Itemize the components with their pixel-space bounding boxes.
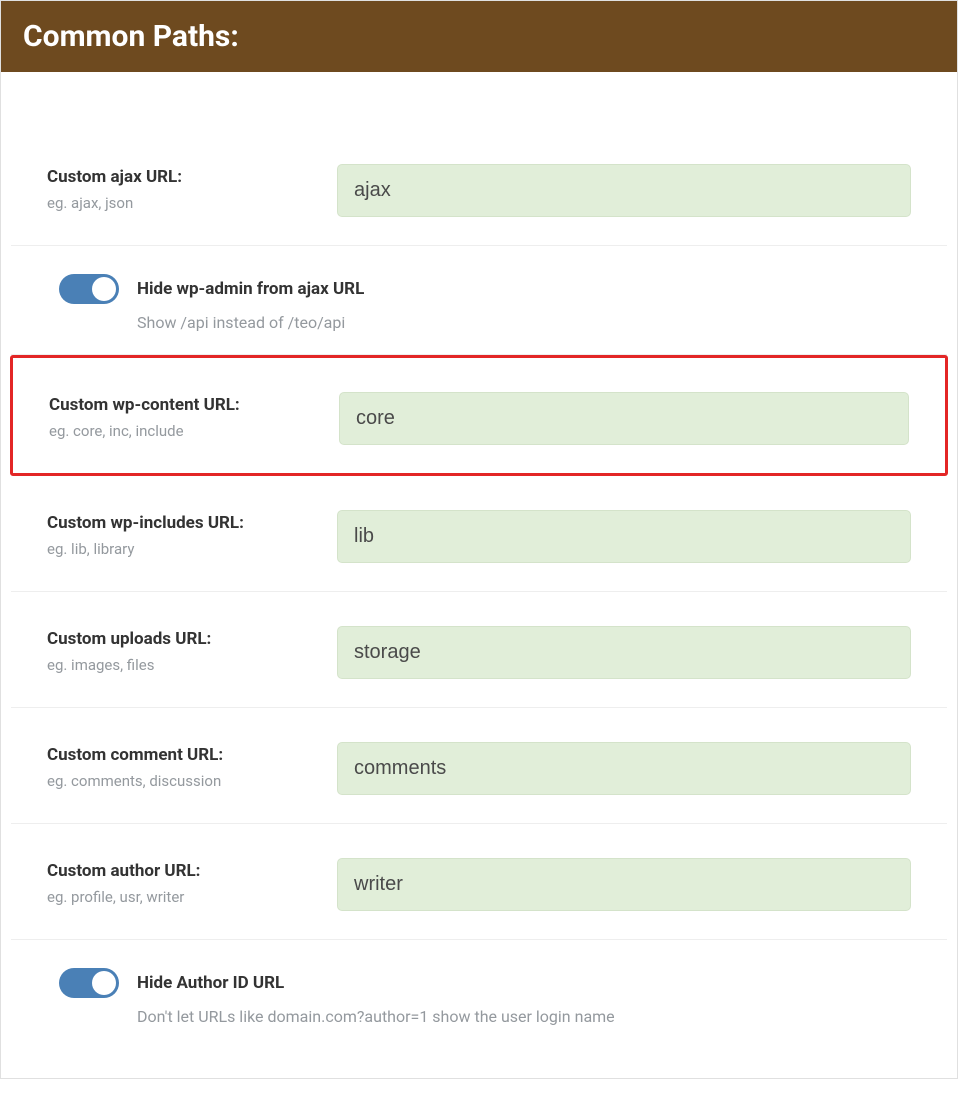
hide-author-id-toggle[interactable] [59, 968, 119, 998]
field-row-wpincludes: Custom wp-includes URL: eg. lib, library [11, 476, 947, 592]
author-url-input[interactable] [337, 858, 911, 911]
panel-body: Custom ajax URL: eg. ajax, json Hide wp-… [1, 72, 957, 1078]
comment-url-input[interactable] [337, 742, 911, 795]
toggle-row-hide-author-id: Hide Author ID URL Don't let URLs like d… [11, 940, 947, 1048]
input-col [337, 510, 911, 563]
field-label: Custom ajax URL: [47, 166, 337, 190]
label-col: Custom ajax URL: eg. ajax, json [47, 164, 337, 212]
toggle-label: Hide wp-admin from ajax URL [137, 274, 364, 303]
field-label: Custom uploads URL: [47, 628, 337, 652]
field-label: Custom author URL: [47, 860, 337, 884]
field-hint: eg. ajax, json [47, 194, 337, 212]
panel-title: Common Paths: [23, 19, 239, 54]
field-row-comment: Custom comment URL: eg. comments, discus… [11, 708, 947, 824]
field-row-wpcontent: Custom wp-content URL: eg. core, inc, in… [10, 355, 948, 476]
input-col [337, 858, 911, 911]
field-hint: eg. images, files [47, 656, 337, 674]
spacer [11, 72, 947, 130]
field-hint: eg. lib, library [47, 540, 337, 558]
settings-panel: Common Paths: Custom ajax URL: eg. ajax,… [0, 0, 958, 1079]
hide-wpadmin-toggle[interactable] [59, 274, 119, 304]
field-hint: eg. comments, discussion [47, 772, 337, 790]
panel-header: Common Paths: [1, 1, 957, 72]
toggle-text: Hide Author ID URL Don't let URLs like d… [137, 968, 615, 1026]
field-row-uploads: Custom uploads URL: eg. images, files [11, 592, 947, 708]
field-label: Custom wp-includes URL: [47, 512, 337, 536]
toggle-desc: Show /api instead of /teo/api [137, 313, 364, 332]
field-hint: eg. profile, usr, writer [47, 888, 337, 906]
label-col: Custom wp-includes URL: eg. lib, library [47, 510, 337, 558]
label-col: Custom author URL: eg. profile, usr, wri… [47, 858, 337, 906]
field-row-ajax: Custom ajax URL: eg. ajax, json [11, 130, 947, 246]
toggle-knob [92, 971, 116, 995]
field-label: Custom comment URL: [47, 744, 337, 768]
label-col: Custom comment URL: eg. comments, discus… [47, 742, 337, 790]
toggle-text: Hide wp-admin from ajax URL Show /api in… [137, 274, 364, 332]
wpincludes-url-input[interactable] [337, 510, 911, 563]
field-label: Custom wp-content URL: [49, 394, 339, 418]
input-col [337, 626, 911, 679]
label-col: Custom wp-content URL: eg. core, inc, in… [49, 392, 339, 440]
input-col [337, 742, 911, 795]
label-col: Custom uploads URL: eg. images, files [47, 626, 337, 674]
field-hint: eg. core, inc, include [49, 422, 339, 440]
input-col [339, 392, 909, 445]
input-col [337, 164, 911, 217]
toggle-row-hide-wpadmin: Hide wp-admin from ajax URL Show /api in… [11, 246, 947, 355]
toggle-knob [92, 277, 116, 301]
wpcontent-url-input[interactable] [339, 392, 909, 445]
toggle-label: Hide Author ID URL [137, 968, 615, 997]
field-row-author: Custom author URL: eg. profile, usr, wri… [11, 824, 947, 940]
toggle-desc: Don't let URLs like domain.com?author=1 … [137, 1007, 615, 1026]
ajax-url-input[interactable] [337, 164, 911, 217]
uploads-url-input[interactable] [337, 626, 911, 679]
